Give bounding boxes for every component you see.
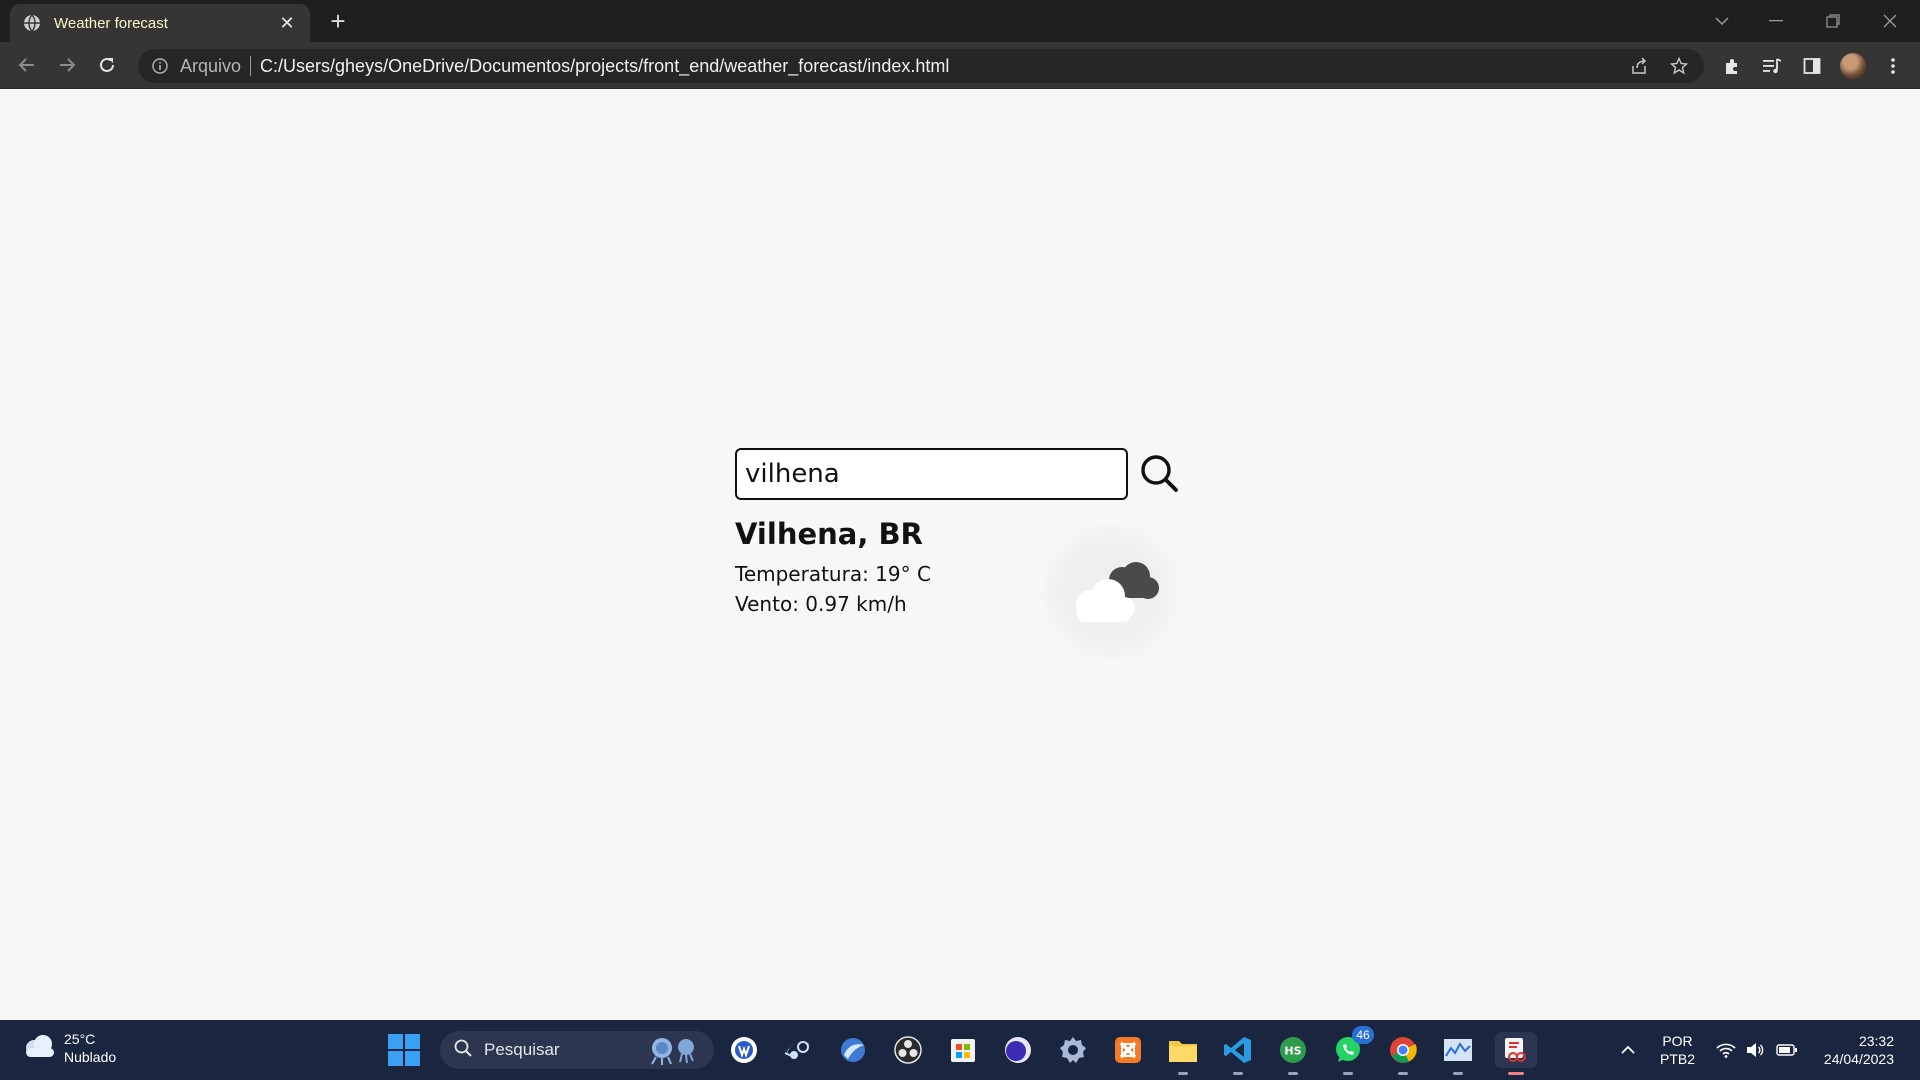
search-highlight-icon (642, 1035, 704, 1065)
web-page: Vilhena, BR Temperatura: 19° C Vento: 0.… (0, 89, 1920, 1020)
address-separator (250, 56, 252, 76)
city-name: Vilhena, BR (735, 517, 923, 551)
battery-icon[interactable] (1776, 1020, 1798, 1080)
info-icon[interactable] (150, 56, 170, 76)
taskbar-weather-temp: 25°C (64, 1031, 96, 1047)
language-line1: POR (1662, 1033, 1693, 1049)
taskbar-search-icon (454, 1039, 472, 1062)
address-url[interactable]: C:/Users/gheys/OneDrive/Documentos/proje… (260, 56, 949, 77)
search-row (735, 448, 1180, 500)
taskbar-store-icon[interactable] (945, 1032, 981, 1068)
taskbar-settings-icon[interactable] (1055, 1032, 1091, 1068)
taskbar-file-explorer-icon[interactable] (1165, 1032, 1201, 1075)
media-icon[interactable] (1755, 49, 1789, 83)
close-window-icon[interactable] (1862, 0, 1918, 42)
taskbar-moon-app-icon[interactable] (1000, 1032, 1036, 1068)
taskbar-search-placeholder: Pesquisar (484, 1040, 560, 1059)
taskbar-weather-condition: Nublado (64, 1049, 117, 1065)
temperature-text: Temperatura: 19° C (735, 562, 931, 586)
tab-search-icon[interactable] (1694, 0, 1750, 42)
taskbar-monitor-icon[interactable] (1440, 1032, 1476, 1075)
side-panel-icon[interactable] (1795, 49, 1829, 83)
tab-title: Weather forecast (54, 14, 168, 32)
svg-text:HS: HS (1284, 1045, 1301, 1058)
star-icon[interactable] (1662, 49, 1696, 83)
taskbar-steam-icon[interactable] (780, 1032, 816, 1068)
reload-icon[interactable] (92, 50, 122, 80)
new-tab-button[interactable]: + (324, 8, 352, 36)
taskbar-chrome-icon[interactable] (1385, 1032, 1421, 1075)
taskbar-whatsapp-icon[interactable]: 46 (1330, 1026, 1374, 1075)
globe-icon (22, 13, 42, 33)
address-bar[interactable]: Arquivo C:/Users/gheys/OneDrive/Document… (138, 49, 1704, 83)
cloud-icon (22, 1034, 56, 1063)
profile-avatar[interactable] (1836, 49, 1870, 83)
clock[interactable]: 23:32 24/04/2023 (1818, 1020, 1894, 1080)
windows-taskbar: 25°C Nublado Pesquisar HS 46 POR PTB2 23… (0, 1020, 1920, 1080)
back-icon[interactable] (12, 50, 42, 80)
tray-overflow-icon[interactable] (1620, 1020, 1636, 1080)
extensions-icon[interactable] (1715, 49, 1749, 83)
wind-text: Vento: 0.97 km/h (735, 592, 907, 616)
whatsapp-badge: 46 (1352, 1026, 1374, 1044)
start-button[interactable] (388, 1034, 420, 1066)
browser-toolbar: Arquivo C:/Users/gheys/OneDrive/Document… (0, 42, 1920, 89)
wifi-icon[interactable] (1716, 1020, 1736, 1080)
taskbar-browser-icon[interactable] (835, 1032, 871, 1068)
menu-icon[interactable] (1876, 49, 1910, 83)
browser-tab[interactable]: Weather forecast ✕ (10, 4, 310, 42)
restore-icon[interactable] (1805, 0, 1861, 42)
taskbar-app-launcher-icon[interactable] (726, 1032, 762, 1068)
cloudy-icon (1040, 521, 1182, 663)
taskbar-weather-widget[interactable]: 25°C Nublado (22, 1030, 116, 1066)
city-search-input[interactable] (735, 448, 1128, 500)
browser-tab-bar: Weather forecast ✕ + (0, 0, 1920, 42)
volume-icon[interactable] (1746, 1020, 1764, 1080)
language-indicator[interactable]: POR PTB2 (1660, 1020, 1695, 1080)
minimize-icon[interactable] (1748, 0, 1804, 42)
search-icon (1138, 452, 1180, 497)
address-scheme-label: Arquivo (180, 55, 242, 76)
taskbar-search[interactable]: Pesquisar (440, 1031, 714, 1069)
taskbar-obs-icon[interactable] (890, 1032, 926, 1068)
taskbar-snipping-icon[interactable] (1495, 1032, 1537, 1075)
clock-date: 24/04/2023 (1823, 1051, 1894, 1067)
taskbar-hubstaff-icon[interactable]: HS (1275, 1032, 1311, 1075)
share-icon[interactable] (1622, 49, 1656, 83)
forward-icon[interactable] (52, 50, 82, 80)
clock-time: 23:32 (1858, 1033, 1894, 1049)
language-line2: PTB2 (1660, 1051, 1696, 1067)
close-icon[interactable]: ✕ (276, 12, 298, 34)
taskbar-xampp-icon[interactable] (1110, 1032, 1146, 1068)
taskbar-vscode-icon[interactable] (1220, 1032, 1256, 1075)
search-button[interactable] (1138, 453, 1180, 495)
